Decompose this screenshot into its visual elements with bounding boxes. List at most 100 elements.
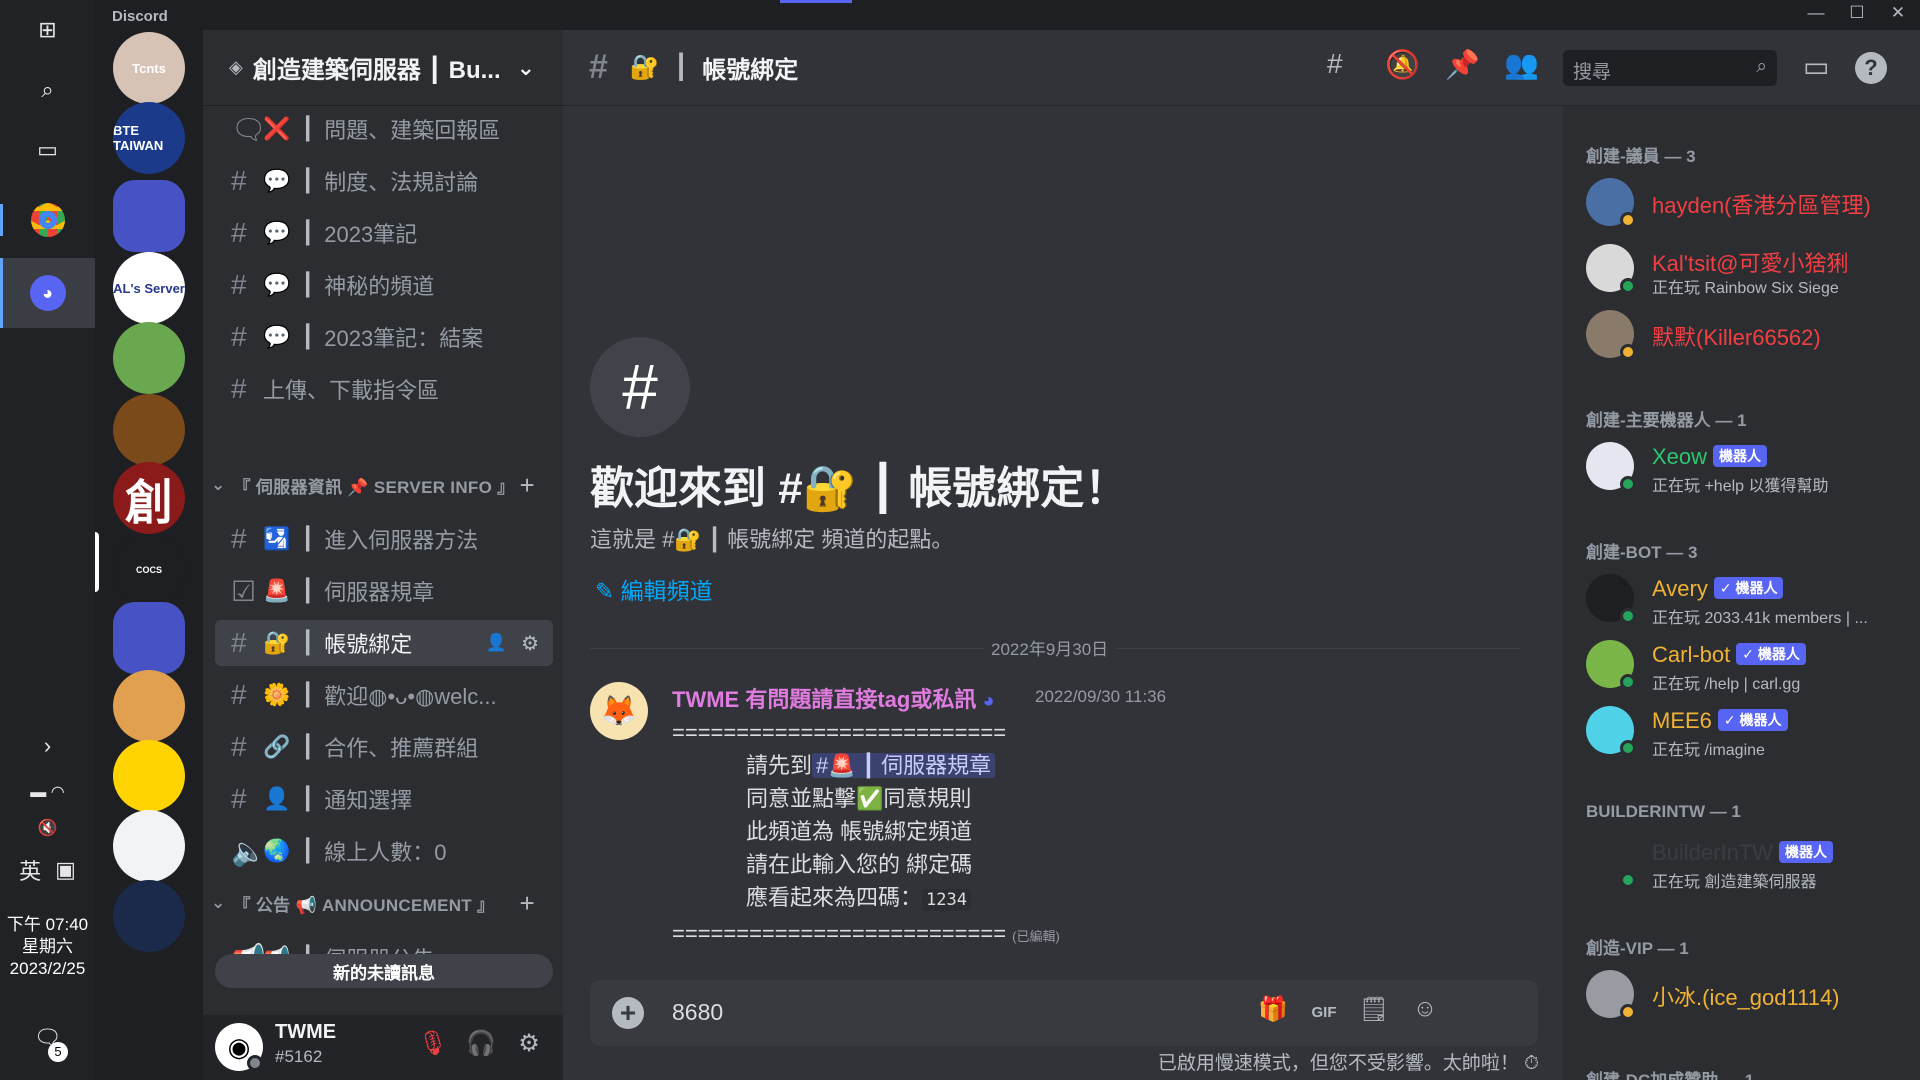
gift-icon[interactable]: 🎁 <box>1254 995 1292 1031</box>
channel-item[interactable]: 🗨 ❌ ┃ 問題、建築回報區 <box>215 106 553 152</box>
channel-item[interactable]: # 🛂 ┃ 進入伺服器方法 <box>215 516 553 562</box>
member-group-title: 創建-主要機器人 — 1 <box>1586 411 1747 430</box>
user-settings-gear-icon[interactable]: ⚙ <box>511 1029 547 1065</box>
category-server-info[interactable]: ⌄ 『 伺服器資訊 📌 SERVER INFO 』 + <box>211 470 551 500</box>
server-icon[interactable] <box>113 602 185 674</box>
message-input[interactable]: 8680 <box>672 999 723 1026</box>
server-icon[interactable] <box>113 670 185 742</box>
windows-start-icon[interactable]: ⊞ <box>0 0 95 60</box>
message-composer[interactable]: + 8680 🎁 GIF 🗒 ☺ <box>590 980 1538 1046</box>
search-input[interactable]: 搜尋 ⌕ <box>1563 50 1777 86</box>
channel-item[interactable]: # 🔐 ┃ 帳號綁定 👤 ⚙ <box>215 620 553 666</box>
message-avatar[interactable]: 🦊 <box>590 682 648 740</box>
member-name: BuilderInTW <box>1652 840 1774 865</box>
notification-center-icon[interactable]: 🗨 5 <box>0 1010 95 1066</box>
channel-mention[interactable]: #🚨 ┃ 伺服器規章 <box>812 753 996 778</box>
channel-item[interactable]: # 🌼 ┃ 歡迎◍•ᴗ•◍welc... <box>215 672 553 718</box>
member-list-icon[interactable]: 👥 <box>1504 48 1539 81</box>
channel-item[interactable]: 🔈 🌏 ┃ 線上人數：0 <box>215 828 553 874</box>
server-icon-label: AL's Server <box>113 280 185 296</box>
server-icon-label: Tcnts <box>132 60 166 76</box>
member-item[interactable]: MEE6 ✓ 機器人 正在玩 /imagine <box>1586 700 1916 760</box>
clock[interactable]: 下午 07:40 星期六 2023/2/25 <box>0 914 95 980</box>
channel-item[interactable]: # 💬 ┃ 神秘的頻道 <box>215 262 553 308</box>
server-icon[interactable]: COCS <box>113 534 185 606</box>
category-announcement[interactable]: ⌄ 『 公告 📢 ANNOUNCEMENT 』 + <box>211 888 551 918</box>
channel-item[interactable]: # 💬 ┃ 制度、法規討論 <box>215 158 553 204</box>
gif-icon[interactable]: GIF <box>1305 995 1343 1031</box>
channel-type-icon: # <box>231 783 247 814</box>
close-button[interactable]: ✕ <box>1878 3 1918 29</box>
invite-icon[interactable]: 👤 <box>486 633 507 653</box>
discord-taskbar-icon[interactable]: ◕ <box>0 258 95 328</box>
channel-sidebar: ◈ 創造建築伺服器 ┃ Bu... ⌄ 🗨 ❌ ┃ 問題、建築回報區 # 💬 ┃ 制度、法規討… <box>203 30 563 1080</box>
channel-item[interactable]: # 💬 ┃ 2023筆記：結案 <box>215 314 553 360</box>
member-item[interactable]: Xeow 機器人 正在玩 +help 以獲得幫助 <box>1586 436 1916 496</box>
slowmode-text: 已啟用慢速模式，但您不受影響。太帥啦！ <box>1157 1053 1519 1074</box>
mute-icon[interactable]: 🔇 <box>0 808 95 848</box>
channel-item[interactable]: # 🔗 ┃ 合作、推薦群組 <box>215 724 553 770</box>
channel-type-icon: # <box>231 321 247 352</box>
message-author[interactable]: TWME 有問題請直接tag或私訊 ◕ <box>672 682 995 714</box>
new-unread-banner[interactable]: 新的未讀訊息 <box>215 954 553 988</box>
maximize-button[interactable]: ☐ <box>1837 3 1877 29</box>
channel-item[interactable]: # 上傳、下載指令區 <box>215 366 553 412</box>
member-name: 默默(Killer66562) <box>1652 325 1821 350</box>
member-item[interactable]: 小冰.(ice_god1114) <box>1586 964 1916 1024</box>
help-icon[interactable]: ? <box>1855 52 1887 84</box>
server-boost-icon: ◈ <box>229 57 243 77</box>
server-icon[interactable] <box>113 740 185 812</box>
channel-emoji: 🔗 <box>263 734 291 759</box>
member-item[interactable]: Kal'tsit@可愛小猞猁 正在玩 Rainbow Six Siege <box>1586 238 1916 298</box>
server-icon[interactable] <box>113 180 185 252</box>
minimize-button[interactable]: — <box>1796 3 1836 29</box>
channel-item[interactable]: # 👤 ┃ 通知選擇 <box>215 776 553 822</box>
member-item[interactable]: 默默(Killer66562) <box>1586 304 1916 364</box>
message-line: ========================== (已編輯) <box>672 917 1532 953</box>
search-icon[interactable]: ⌕ <box>0 60 95 120</box>
member-item[interactable]: hayden(香港分區管理) <box>1586 172 1916 232</box>
channel-settings-gear-icon[interactable]: ⚙ <box>521 631 539 656</box>
member-group-title: BUILDERINTW — 1 <box>1586 802 1741 821</box>
server-icon[interactable]: 創 <box>113 462 185 534</box>
task-view-icon[interactable]: ▭ <box>0 120 95 180</box>
server-icon[interactable] <box>113 322 185 394</box>
chrome-icon[interactable] <box>0 190 95 250</box>
server-icon[interactable] <box>113 394 185 466</box>
server-header[interactable]: ◈ 創造建築伺服器 ┃ Bu... ⌄ <box>203 30 563 106</box>
notification-muted-icon[interactable]: 🔕 <box>1385 48 1420 81</box>
channel-item[interactable]: # 💬 ┃ 2023筆記 <box>215 210 553 256</box>
ime-indicator[interactable]: 英 ▣ <box>0 850 95 890</box>
member-item[interactable]: Avery ✓ 機器人 正在玩 2033.41k members | ... <box>1586 568 1916 628</box>
edit-channel-button[interactable]: ✎ 編輯頻道 <box>595 572 713 606</box>
mic-muted-icon[interactable]: 🎙 <box>415 1029 451 1065</box>
channel-welcome-hash-icon: # <box>590 337 690 437</box>
channel-separator: ┃ <box>301 682 315 707</box>
member-item[interactable]: BuilderInTW 機器人 正在玩 創造建築伺服器 <box>1586 832 1916 892</box>
server-icon-label: BTE TAIWAN <box>113 123 164 153</box>
threads-icon[interactable]: # <box>1327 48 1343 80</box>
sticker-icon[interactable]: 🗒 <box>1355 995 1393 1031</box>
inbox-icon[interactable]: ▭ <box>1803 50 1829 83</box>
add-channel-icon[interactable]: + <box>520 470 535 501</box>
channel-item[interactable]: ☑ 🚨 ┃ 伺服器規章 <box>215 568 553 614</box>
server-icon[interactable] <box>113 810 185 882</box>
headphones-icon[interactable]: 🎧 <box>463 1029 499 1065</box>
stopwatch-icon: ⏱ <box>1524 1053 1539 1074</box>
member-name: Xeow <box>1652 444 1708 469</box>
member-name-row: Carl-bot ✓ 機器人 <box>1652 642 1806 668</box>
member-item[interactable]: Carl-bot ✓ 機器人 正在玩 /help | carl.gg <box>1586 634 1916 694</box>
server-icon[interactable]: BTE TAIWAN <box>113 102 185 174</box>
show-hidden-icons-icon[interactable]: › <box>0 726 95 766</box>
pinned-messages-icon[interactable]: 📌 <box>1445 48 1480 81</box>
battery-wifi-icon[interactable]: ▬ ◠ <box>0 772 95 812</box>
windows-taskbar: ⊞ ⌕ ▭ ◕ › ▬ ◠ 🔇 英 ▣ 下午 07:40 星期六 2023/2/2… <box>0 0 95 1080</box>
emoji-icon[interactable]: ☺ <box>1406 995 1444 1031</box>
server-icon[interactable]: AL's Server <box>113 252 185 324</box>
server-icon[interactable]: Tcnts <box>113 32 185 104</box>
add-channel-icon[interactable]: + <box>520 888 535 919</box>
server-name: 創造建築伺服器 ┃ Bu... <box>252 57 501 84</box>
server-icon[interactable] <box>113 880 185 952</box>
member-group-title: 創建-DC加成贊助 — 1 <box>1586 1066 1754 1080</box>
attach-plus-icon[interactable]: + <box>612 997 644 1029</box>
